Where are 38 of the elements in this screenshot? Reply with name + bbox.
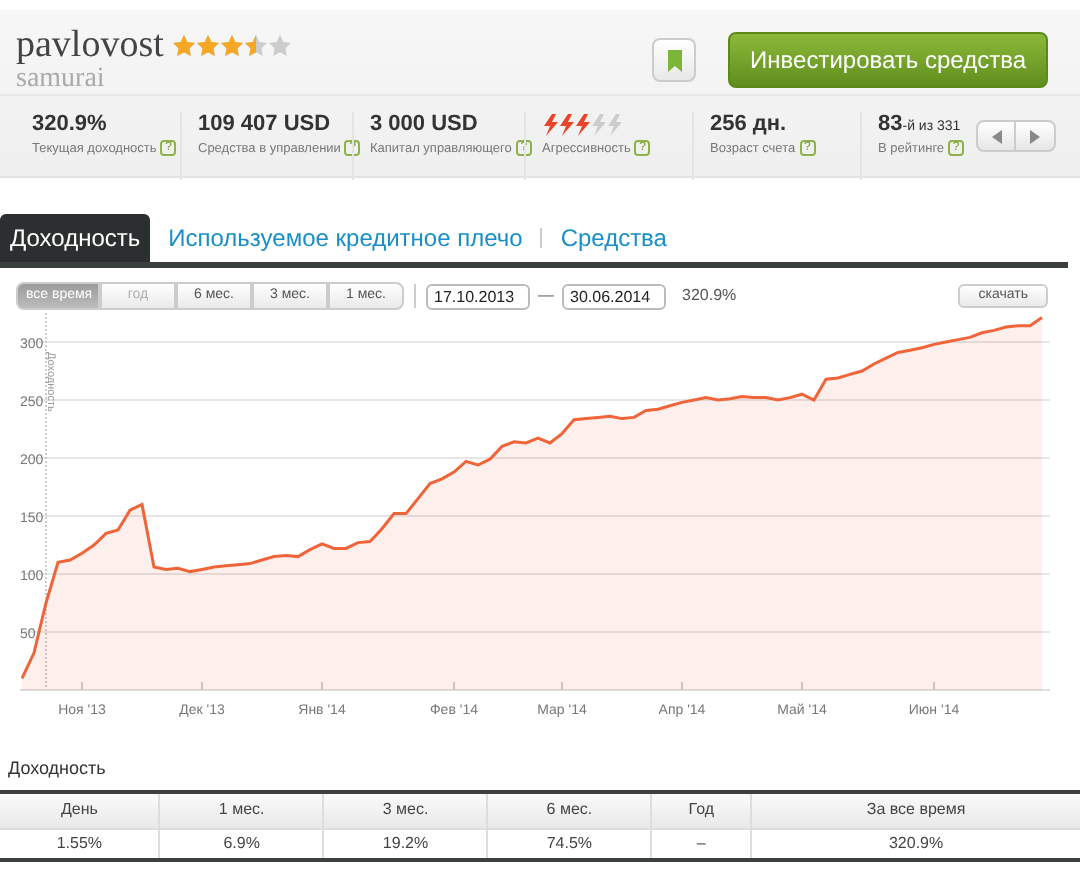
start-date-field[interactable]: 17.10.2013 [426, 283, 530, 309]
table-cell: 74.5% [487, 829, 652, 860]
previous-button[interactable] [976, 120, 1016, 153]
star-icon [195, 33, 220, 57]
stat-value: 3 000 USD [370, 112, 480, 140]
star-icon [219, 33, 244, 57]
tab[interactable]: Доходность [0, 214, 151, 262]
column-header: 1 мес. [159, 791, 324, 829]
rank-number: 83 [878, 112, 903, 137]
table-cell: – [651, 829, 752, 860]
table-cell: 320.9% [751, 829, 1080, 860]
trader-name: pavlovost [16, 26, 164, 64]
stat-value: 256 дн. [710, 112, 789, 140]
star-icon [243, 33, 268, 57]
star-icon [267, 33, 292, 57]
section-title: Доходность [6, 756, 108, 782]
column-header: За все время [751, 791, 1080, 829]
tab[interactable]: Средства [550, 214, 677, 262]
table-cell: 1.55% [0, 829, 160, 860]
table-cell: 19.2% [323, 829, 488, 860]
table-cell: 6.9% [159, 829, 324, 860]
stat-value: 109 407 USD [198, 112, 333, 140]
total-return: 320.9% [682, 284, 737, 308]
trader-subtitle: samurai [16, 64, 107, 95]
column-header: День [0, 791, 160, 829]
bookmark-icon [667, 49, 682, 72]
column-header: 6 мес. [487, 791, 652, 829]
stat-value: 320.9% [32, 112, 109, 140]
tab[interactable]: Используемое кредитное плечо [158, 214, 533, 262]
right-arrow-icon [1030, 129, 1040, 144]
next-button[interactable] [1016, 120, 1056, 153]
end-date-field[interactable]: 30.06.2014 [562, 283, 666, 309]
star-icon [171, 33, 196, 57]
column-header: 3 мес. [323, 791, 488, 829]
date-separator: — [538, 284, 554, 308]
left-arrow-icon [991, 129, 1001, 144]
column-header: Год [651, 791, 752, 829]
bookmark-button[interactable] [652, 38, 697, 83]
